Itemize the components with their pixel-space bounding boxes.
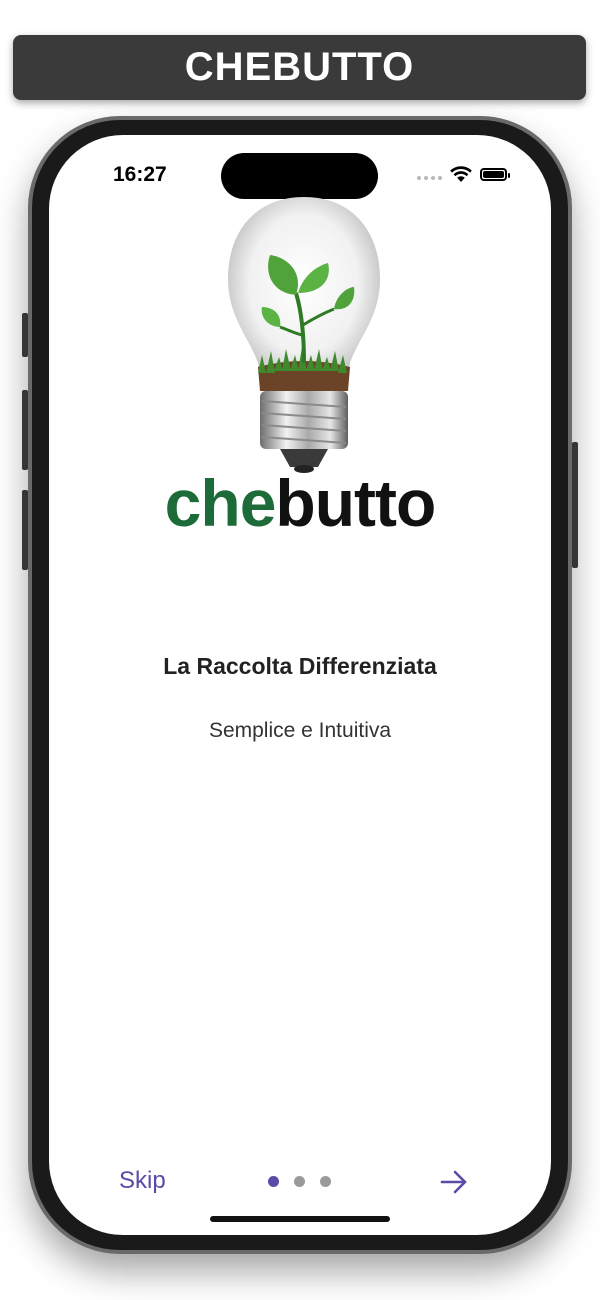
- arrow-right-icon: [440, 1170, 467, 1194]
- skip-button[interactable]: Skip: [119, 1167, 166, 1195]
- logo-text-butto: butto: [275, 466, 436, 540]
- page-dot-2[interactable]: [294, 1176, 305, 1187]
- status-time: 16:27: [113, 163, 167, 186]
- battery-icon: [480, 168, 510, 181]
- wifi-icon: [450, 166, 472, 182]
- page-indicator: [268, 1176, 331, 1187]
- status-icons: [417, 166, 510, 183]
- page-dot-1[interactable]: [268, 1176, 279, 1187]
- slide-title: La Raccolta Differenziata: [163, 653, 437, 679]
- lightbulb-with-plant-icon: [228, 197, 380, 473]
- dynamic-island: [221, 153, 378, 199]
- app-logo-wordmark: chebutto: [49, 470, 551, 536]
- power-button: [572, 442, 578, 568]
- app-banner: CHEBUTTO: [13, 35, 586, 100]
- banner-title: CHEBUTTO: [184, 45, 415, 89]
- logo-text-che: che: [164, 466, 277, 540]
- slide-subtitle: Semplice e Intuitiva: [208, 719, 392, 742]
- phone-screen: 16:27 chebutto La Raccolta Differenziata…: [49, 135, 551, 1235]
- page-dot-3[interactable]: [320, 1176, 331, 1187]
- home-indicator[interactable]: [210, 1216, 390, 1222]
- signal-icon: [417, 175, 442, 180]
- next-arrow-button[interactable]: [439, 1167, 469, 1197]
